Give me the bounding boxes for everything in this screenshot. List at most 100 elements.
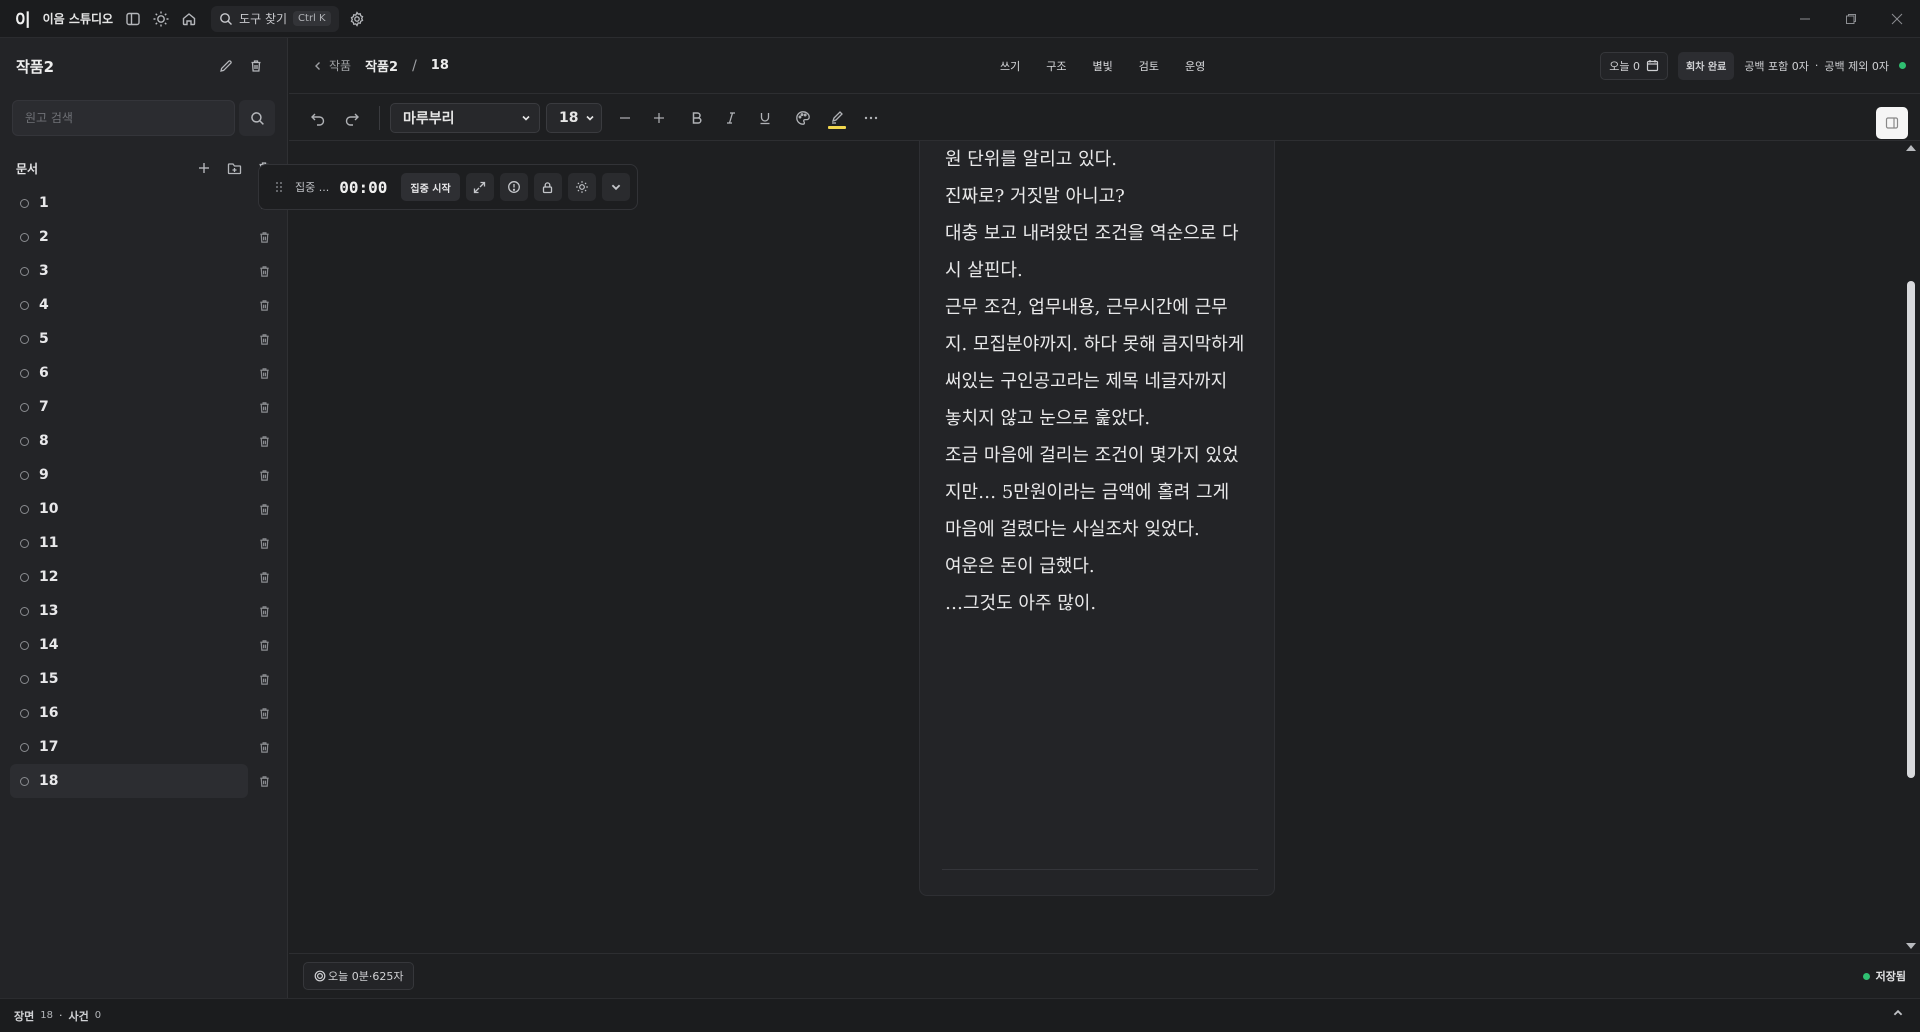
trash-icon[interactable] — [254, 363, 274, 383]
font-size-select[interactable]: 18 — [546, 102, 602, 133]
manuscript-paragraph[interactable]: 근무 조건, 업무내용, 근무시간에 근무지. 모집분야까지. 하다 못해 큼지… — [945, 289, 1249, 437]
tool-search-label: 도구 찾기 — [239, 12, 288, 26]
breadcrumb-project[interactable]: 작품2 — [365, 56, 398, 75]
trash-icon[interactable] — [254, 329, 274, 349]
restore-button[interactable] — [1828, 0, 1874, 38]
manuscript-paragraph[interactable]: 여운은 돈이 급했다. — [945, 548, 1249, 585]
tab-write[interactable]: 쓰기 — [1000, 58, 1020, 74]
sidebar-item-doc-6[interactable]: 6 — [10, 356, 277, 390]
editor-scrollbar[interactable] — [1902, 141, 1920, 953]
trash-icon[interactable] — [254, 567, 274, 587]
sidebar-item-doc-11[interactable]: 11 — [10, 526, 277, 560]
sidebar-item-doc-9[interactable]: 9 — [10, 458, 277, 492]
episode-complete-button[interactable]: 회차 완료 — [1678, 51, 1735, 80]
decrease-size-icon[interactable] — [608, 103, 642, 133]
scroll-up-arrow-icon[interactable] — [1906, 145, 1916, 151]
trash-icon[interactable] — [254, 533, 274, 553]
trash-icon[interactable] — [254, 635, 274, 655]
sidebar-toggle-icon[interactable] — [119, 5, 147, 33]
manuscript-search-input[interactable] — [12, 100, 235, 136]
close-button[interactable] — [1874, 0, 1920, 38]
manuscript-paragraph[interactable]: 대충 보고 내려왔던 조건을 역순으로 다시 살핀다. — [945, 215, 1249, 289]
back-to-works-link[interactable]: 작품 — [313, 57, 351, 74]
sidebar-item-doc-16[interactable]: 16 — [10, 696, 277, 730]
manuscript-page[interactable]: 원 단위를 알리고 있다. 진짜로? 거짓말 아니고? 대충 보고 내려왔던 조건을… — [919, 141, 1275, 896]
sidebar-item-doc-12[interactable]: 12 — [10, 560, 277, 594]
sidebar-item-doc-15[interactable]: 15 — [10, 662, 277, 696]
theme-sun-icon[interactable] — [147, 5, 175, 33]
increase-size-icon[interactable] — [642, 103, 676, 133]
today-goal-button[interactable]: 오늘 0 — [1600, 51, 1669, 80]
sidebar-item-doc-18[interactable]: 18 — [10, 764, 269, 798]
scroll-down-arrow-icon[interactable] — [1906, 943, 1916, 949]
highlight-pen-icon[interactable] — [820, 103, 854, 133]
sidebar-item-doc-1[interactable]: 1 — [10, 186, 277, 220]
tab-starlight[interactable]: 별빛 — [1093, 58, 1113, 74]
manuscript-paragraph[interactable]: 원 단위를 알리고 있다. — [945, 141, 1249, 178]
bold-icon[interactable] — [680, 103, 714, 133]
sidebar-item-doc-10[interactable]: 10 — [10, 492, 277, 526]
text-color-palette-icon[interactable] — [786, 103, 820, 133]
manuscript-paragraph[interactable]: 조금 마음에 걸리는 조건이 몇가지 있었지만… 5만원이라는 금액에 홀려 그… — [945, 437, 1249, 548]
tool-search-button[interactable]: 도구 찾기 Ctrl K — [211, 5, 339, 32]
target-goal-icon[interactable] — [499, 173, 528, 201]
side-panel-toggle-icon[interactable] — [1876, 107, 1908, 139]
manuscript-paragraph[interactable]: 진짜로? 거짓말 아니고? — [945, 178, 1249, 215]
scrollbar-thumb[interactable] — [1907, 281, 1915, 778]
trash-icon[interactable] — [254, 465, 274, 485]
sidebar-item-doc-4[interactable]: 4 — [10, 288, 277, 322]
trash-icon[interactable] — [254, 499, 274, 519]
trash-icon[interactable] — [254, 601, 274, 621]
trash-icon[interactable] — [254, 261, 274, 281]
edit-pencil-icon[interactable] — [211, 52, 241, 80]
doc-label: 15 — [39, 671, 59, 687]
underline-icon[interactable] — [748, 103, 782, 133]
trash-icon[interactable] — [254, 295, 274, 315]
doc-label: 3 — [39, 263, 49, 279]
chevron-down-icon — [586, 115, 594, 121]
trash-icon[interactable] — [254, 227, 274, 247]
tab-review[interactable]: 검토 — [1139, 58, 1159, 74]
sidebar-item-doc-7[interactable]: 7 — [10, 390, 277, 424]
more-options-icon[interactable] — [854, 103, 888, 133]
tab-operation[interactable]: 운영 — [1185, 58, 1205, 74]
sidebar-item-doc-17[interactable]: 17 — [10, 730, 277, 764]
footer-expand-chevron-up-icon[interactable] — [1892, 1007, 1904, 1019]
manuscript-search-button[interactable] — [239, 100, 275, 136]
sidebar-item-doc-14[interactable]: 14 — [10, 628, 277, 662]
lock-icon[interactable] — [533, 173, 562, 201]
delete-project-trash-icon[interactable] — [241, 52, 271, 80]
trash-icon[interactable] — [254, 397, 274, 417]
add-folder-icon[interactable] — [219, 154, 249, 182]
today-label: 오늘 0 — [1609, 59, 1641, 73]
trash-icon[interactable] — [254, 771, 274, 791]
tab-structure[interactable]: 구조 — [1046, 58, 1066, 74]
font-family-select[interactable]: 마루부리 — [390, 102, 540, 133]
doc-status-dot-icon — [20, 606, 29, 616]
sidebar-item-doc-2[interactable]: 2 — [10, 220, 277, 254]
trash-icon[interactable] — [254, 669, 274, 689]
sidebar-item-doc-3[interactable]: 3 — [10, 254, 277, 288]
manuscript-text[interactable]: 원 단위를 알리고 있다. 진짜로? 거짓말 아니고? 대충 보고 내려왔던 조건을… — [945, 141, 1249, 622]
add-document-plus-icon[interactable] — [189, 154, 219, 182]
today-stats-chip[interactable]: 오늘 0분·625자 — [303, 962, 415, 990]
undo-icon[interactable] — [301, 103, 335, 133]
sidebar-item-doc-13[interactable]: 13 — [10, 594, 277, 628]
focus-start-button[interactable]: 집중 시작 — [401, 173, 460, 201]
brightness-icon[interactable] — [567, 173, 596, 201]
trash-icon[interactable] — [254, 737, 274, 757]
minimize-button[interactable] — [1782, 0, 1828, 38]
home-icon[interactable] — [175, 5, 203, 33]
manuscript-paragraph[interactable]: …그것도 아주 많이. — [945, 585, 1249, 622]
sidebar-item-doc-8[interactable]: 8 — [10, 424, 277, 458]
italic-icon[interactable] — [714, 103, 748, 133]
expand-icon[interactable] — [465, 173, 494, 201]
drag-handle-icon[interactable] — [275, 181, 283, 193]
document-list: 1 2 3 4 5 6 7 8 9 10 11 12 13 14 15 16 17 18 — [0, 186, 287, 798]
settings-gear-icon[interactable] — [343, 5, 371, 33]
trash-icon[interactable] — [254, 431, 274, 451]
redo-icon[interactable] — [335, 103, 369, 133]
sidebar-item-doc-5[interactable]: 5 — [10, 322, 277, 356]
collapse-chevron-down-icon[interactable] — [601, 173, 630, 201]
trash-icon[interactable] — [254, 703, 274, 723]
